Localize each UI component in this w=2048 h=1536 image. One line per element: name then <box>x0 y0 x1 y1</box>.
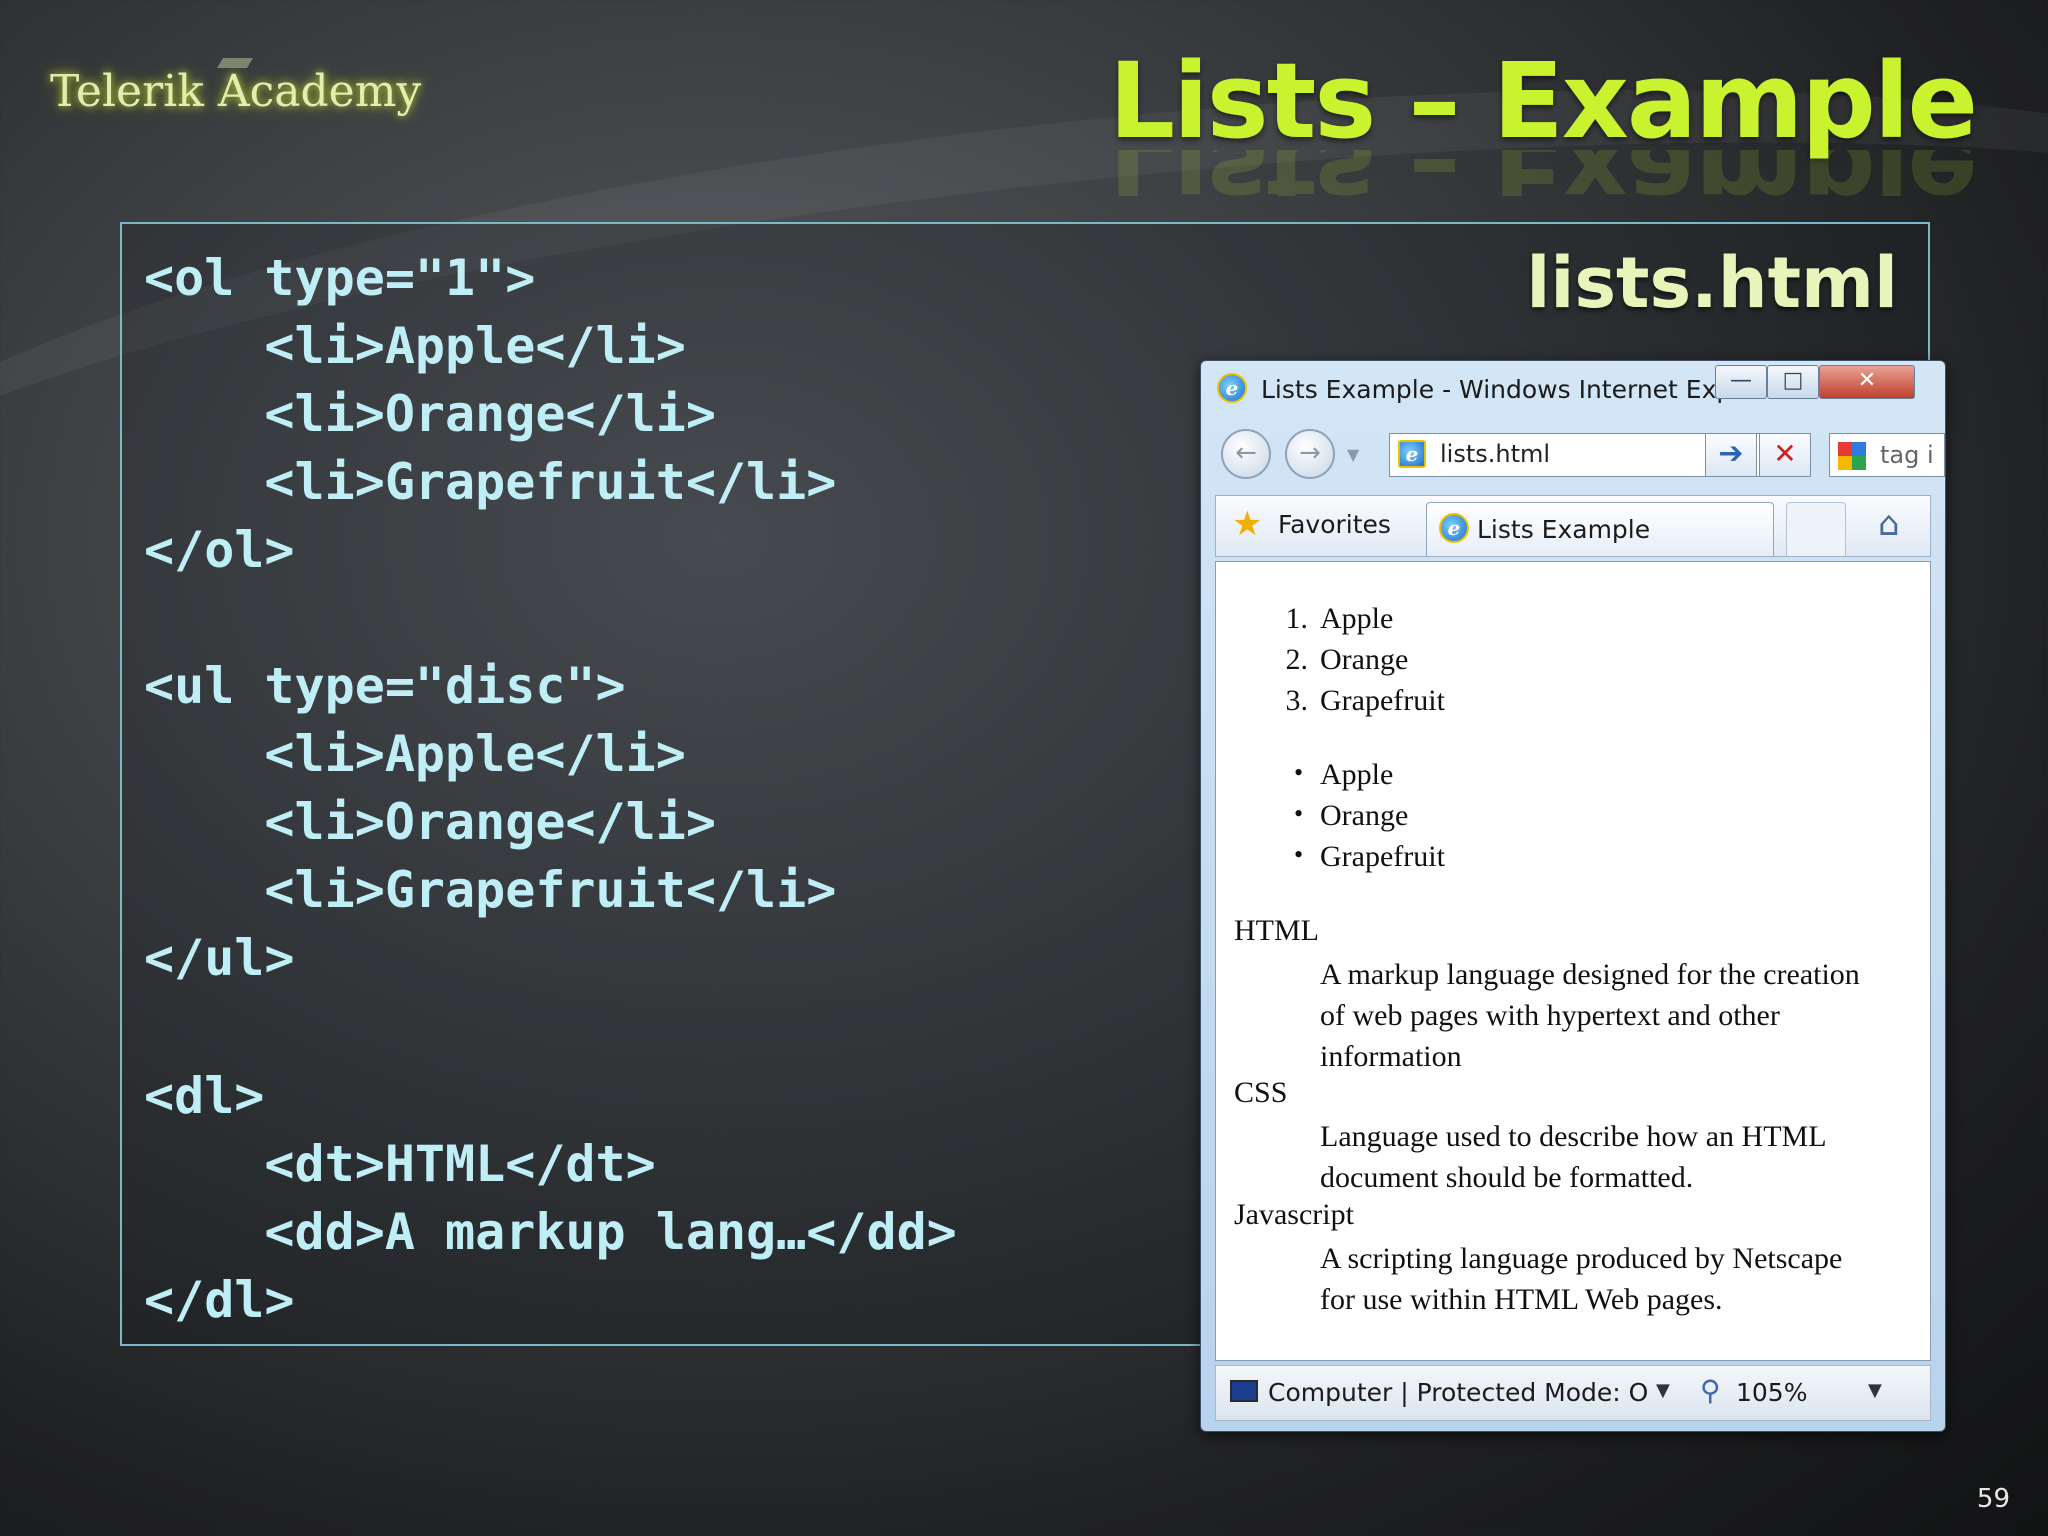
bullet-icon: • <box>1294 758 1304 787</box>
ol-item: Grapefruit <box>1320 684 1445 717</box>
search-text: tag i <box>1880 441 1934 469</box>
ul-item: Orange <box>1320 799 1409 832</box>
bullet-icon: • <box>1294 799 1304 828</box>
favorites-star-icon[interactable]: ★ <box>1232 506 1262 542</box>
address-text: lists.html <box>1440 440 1551 468</box>
definition-line: of web pages with hypertext and other <box>1320 999 1780 1032</box>
maximize-button[interactable]: □ <box>1767 365 1819 399</box>
forward-button[interactable]: → <box>1285 429 1335 479</box>
stop-button[interactable]: ✕ <box>1759 433 1811 477</box>
ie-icon: e <box>1217 373 1247 403</box>
minimize-button[interactable]: — <box>1715 365 1767 399</box>
definition-line: document should be formatted. <box>1320 1161 1694 1194</box>
ol-marker: 1. <box>1285 602 1309 635</box>
favorites-bar: ★ Favorites e Lists Example ⌂ <box>1215 495 1931 557</box>
page-icon: e <box>1398 440 1426 468</box>
browser-window: e Lists Example - Windows Internet Exp..… <box>1200 360 1946 1432</box>
code-line: <li>Grapefruit</li> <box>144 861 837 919</box>
slide-title-reflection: Lists – Example <box>1109 150 1976 196</box>
go-button[interactable]: ➔ <box>1705 433 1757 477</box>
back-button[interactable]: ← <box>1221 429 1271 479</box>
new-tab-button[interactable] <box>1786 502 1846 556</box>
code-line: <ol type="1"> <box>144 249 536 307</box>
ol-marker: 3. <box>1285 684 1309 717</box>
definition-line: A markup language designed for the creat… <box>1320 958 1860 991</box>
code-line: <li>Orange</li> <box>144 385 716 443</box>
home-icon[interactable]: ⌂ <box>1878 504 1900 544</box>
code-line: </ol> <box>144 521 295 579</box>
google-icon <box>1838 442 1866 470</box>
computer-icon <box>1230 1380 1258 1402</box>
close-window-button[interactable]: ✕ <box>1819 365 1915 399</box>
ul-item: Grapefruit <box>1320 840 1445 873</box>
code-line: <dd>A markup lang…</dd> <box>144 1203 957 1261</box>
code-line: </ul> <box>144 929 295 987</box>
slide-title: Lists – Example <box>1108 40 1978 162</box>
code-line: <dt>HTML</dt> <box>144 1135 656 1193</box>
code-line: <li>Apple</li> <box>144 317 686 375</box>
window-title: Lists Example - Windows Internet Exp... <box>1261 375 1757 404</box>
status-bar: Computer | Protected Mode: O ▼ ⚲ 105% ▼ <box>1215 1365 1931 1421</box>
bullet-icon: • <box>1294 840 1304 869</box>
telerik-logo: Telerik Academy <box>50 66 422 117</box>
definition-term: Javascript <box>1234 1198 1354 1231</box>
zoom-dropdown-icon[interactable]: ▼ <box>1868 1380 1882 1401</box>
favorites-button[interactable]: Favorites <box>1278 510 1391 539</box>
definition-term: HTML <box>1234 914 1319 947</box>
code-line: <li>Apple</li> <box>144 725 686 783</box>
page-number: 59 <box>1976 1484 2010 1514</box>
code-line: <li>Orange</li> <box>144 793 716 851</box>
definition-line: information <box>1320 1040 1462 1073</box>
definition-line: A scripting language produced by Netscap… <box>1320 1242 1843 1275</box>
page-content: 1. Apple 2. Orange 3. Grapefruit • Apple… <box>1215 561 1931 1361</box>
ol-item: Orange <box>1320 643 1409 676</box>
definition-line: Language used to describe how an HTML <box>1320 1120 1827 1153</box>
code-line: <ul type="disc"> <box>144 657 626 715</box>
tab-lists-example[interactable]: e Lists Example <box>1426 502 1774 556</box>
code-line: <li>Grapefruit</li> <box>144 453 837 511</box>
code-line: </dl> <box>144 1271 295 1329</box>
search-input[interactable]: tag i <box>1829 433 1945 477</box>
code-line: <dl> <box>144 1067 265 1125</box>
security-dropdown-icon[interactable]: ▼ <box>1656 1380 1670 1401</box>
zoom-icon[interactable]: ⚲ <box>1700 1374 1721 1407</box>
status-text: Computer | Protected Mode: O <box>1268 1378 1649 1407</box>
ol-marker: 2. <box>1285 643 1309 676</box>
tab-label: Lists Example <box>1477 515 1651 544</box>
ul-item: Apple <box>1320 758 1394 791</box>
zoom-level[interactable]: 105% <box>1736 1378 1807 1407</box>
ol-item: Apple <box>1320 602 1394 635</box>
tab-ie-icon: e <box>1439 513 1469 543</box>
code-filename: lists.html <box>1526 242 1898 324</box>
definition-term: CSS <box>1234 1076 1288 1109</box>
history-dropdown-icon[interactable]: ▼ <box>1347 445 1359 464</box>
definition-line: for use within HTML Web pages. <box>1320 1283 1723 1316</box>
